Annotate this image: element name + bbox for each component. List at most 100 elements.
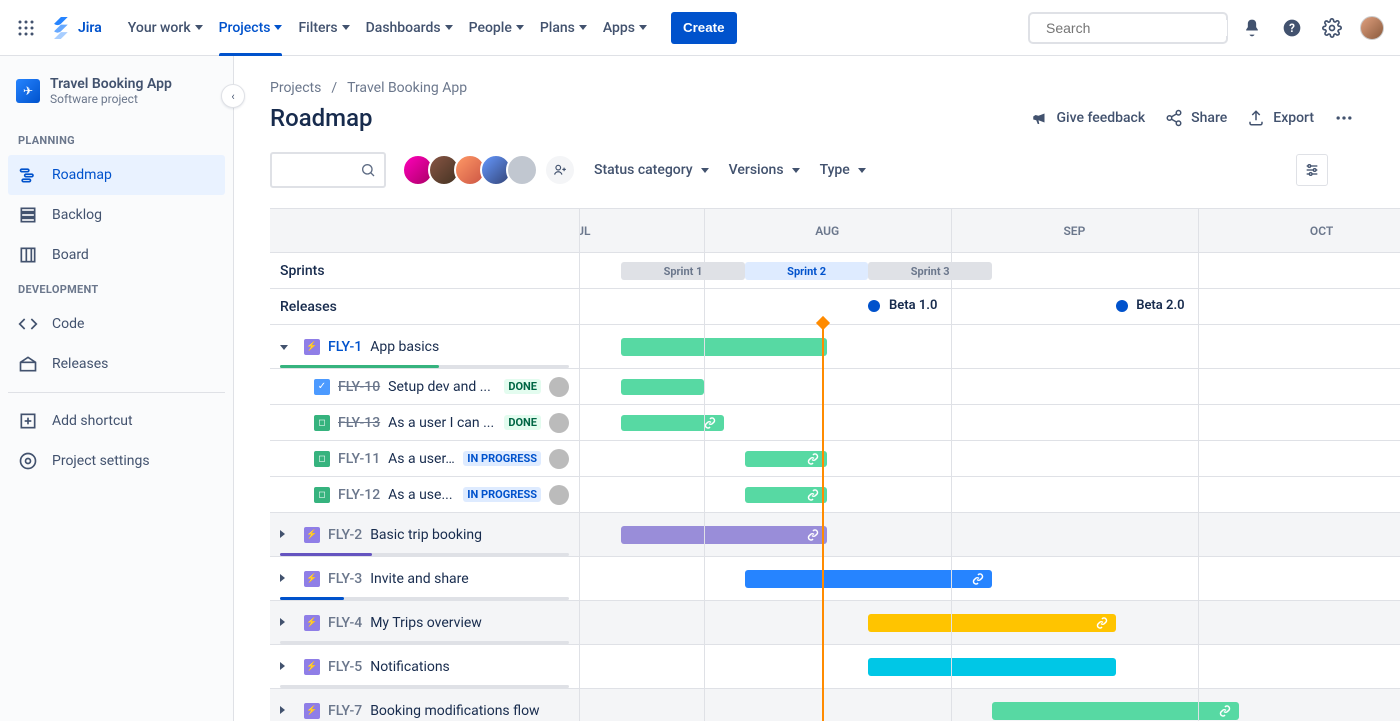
assignee-avatar[interactable]: [549, 485, 569, 505]
expand-toggle[interactable]: [280, 704, 296, 717]
assignee-avatar[interactable]: [549, 413, 569, 433]
progress-bar: [280, 641, 569, 644]
release-marker[interactable]: [868, 300, 880, 312]
issue-title[interactable]: App basics: [370, 339, 439, 355]
sidebar-item-roadmap[interactable]: Roadmap: [8, 155, 225, 195]
sprint-pill[interactable]: Sprint 2: [745, 262, 869, 280]
release-label: Beta 2.0: [1136, 298, 1184, 313]
status-category-filter[interactable]: Status category: [592, 158, 711, 182]
app-switcher-icon[interactable]: [12, 12, 40, 44]
link-icon: [972, 573, 984, 585]
epic-bar[interactable]: [868, 658, 1115, 676]
issue-key[interactable]: FLY-7: [328, 703, 362, 719]
issue-title[interactable]: As a use...: [388, 487, 455, 503]
issue-title[interactable]: Invite and share: [370, 571, 469, 587]
issue-key[interactable]: FLY-5: [328, 659, 362, 675]
sidebar-item-label: Releases: [52, 356, 108, 372]
nav-item-plans[interactable]: Plans: [532, 12, 595, 44]
roadmap-search[interactable]: [270, 152, 386, 188]
status-badge[interactable]: DONE: [504, 415, 541, 430]
profile-avatar[interactable]: [1356, 12, 1388, 44]
settings-icon[interactable]: [1316, 12, 1348, 44]
project-header[interactable]: ✈ Travel Booking App Software project: [8, 76, 225, 126]
nav-item-people[interactable]: People: [461, 12, 532, 44]
assignee-avatar[interactable]: [549, 449, 569, 469]
issue-key[interactable]: FLY-12: [338, 487, 380, 503]
issue-key[interactable]: FLY-13: [338, 415, 380, 431]
nav-item-dashboards[interactable]: Dashboards: [358, 12, 461, 44]
issue-title[interactable]: As a user...: [388, 451, 455, 467]
issue-key[interactable]: FLY-3: [328, 571, 362, 587]
versions-filter[interactable]: Versions: [727, 158, 802, 182]
sidebar-item-board[interactable]: Board: [8, 235, 225, 275]
view-settings-button[interactable]: [1296, 154, 1328, 186]
issue-bar[interactable]: [745, 487, 827, 503]
epic-bar[interactable]: [992, 702, 1239, 720]
create-button[interactable]: Create: [671, 12, 737, 44]
backlog-icon: [18, 205, 38, 225]
global-search-input[interactable]: [1046, 20, 1227, 36]
breadcrumb: Projects / Travel Booking App: [234, 80, 1400, 96]
give-feedback-button[interactable]: Give feedback: [1021, 102, 1156, 134]
type-filter[interactable]: Type: [818, 158, 868, 182]
expand-toggle[interactable]: [280, 572, 296, 585]
sidebar-item-add-shortcut[interactable]: Add shortcut: [8, 401, 225, 441]
epic-bar[interactable]: [745, 570, 992, 588]
status-badge[interactable]: DONE: [504, 379, 541, 394]
issue-title[interactable]: As a user I can ...: [388, 415, 496, 431]
sidebar-item-project-settings[interactable]: Project settings: [8, 441, 225, 481]
sprint-pill[interactable]: Sprint 3: [868, 262, 992, 280]
expand-toggle[interactable]: [280, 528, 296, 541]
breadcrumb-root[interactable]: Projects: [270, 80, 321, 96]
nav-item-filters[interactable]: Filters: [290, 12, 357, 44]
jira-logo[interactable]: Jira: [44, 17, 108, 39]
issue-title[interactable]: Notifications: [370, 659, 450, 675]
assignee-filter[interactable]: [402, 154, 576, 186]
expand-toggle[interactable]: [280, 616, 296, 629]
release-marker[interactable]: [1116, 300, 1128, 312]
export-button[interactable]: Export: [1237, 102, 1324, 134]
sidebar-item-label: Roadmap: [52, 167, 112, 183]
issue-title[interactable]: Setup dev and ...: [388, 379, 496, 395]
nav-item-your-work[interactable]: Your work: [120, 12, 211, 44]
issue-key[interactable]: FLY-2: [328, 527, 362, 543]
breadcrumb-current[interactable]: Travel Booking App: [347, 80, 467, 96]
issue-title[interactable]: Booking modifications flow: [370, 703, 539, 719]
issue-key[interactable]: FLY-11: [338, 451, 380, 467]
sidebar-item-backlog[interactable]: Backlog: [8, 195, 225, 235]
issue-title[interactable]: Basic trip booking: [370, 527, 482, 543]
issue-key[interactable]: FLY-1: [328, 339, 362, 355]
status-badge[interactable]: IN PROGRESS: [463, 451, 541, 466]
epic-bar[interactable]: [621, 338, 827, 356]
issue-type-icon: ◻: [314, 415, 330, 431]
issue-bar[interactable]: [621, 379, 703, 395]
share-button[interactable]: Share: [1155, 102, 1237, 134]
sprint-pill[interactable]: Sprint 1: [621, 262, 745, 280]
sidebar-item-code[interactable]: Code: [8, 304, 225, 344]
notifications-icon[interactable]: [1236, 12, 1268, 44]
help-icon[interactable]: ?: [1276, 12, 1308, 44]
issue-bar[interactable]: [745, 451, 827, 467]
month-label: AUG: [704, 209, 951, 252]
more-actions-button[interactable]: [1324, 102, 1364, 134]
expand-toggle[interactable]: [280, 660, 296, 673]
page-title: Roadmap: [270, 104, 1021, 132]
status-badge[interactable]: IN PROGRESS: [463, 487, 541, 502]
epic-bar[interactable]: [868, 614, 1115, 632]
timeline-sprints-row: Sprints Sprint 1Sprint 2Sprint 3: [270, 253, 1400, 289]
issue-bar[interactable]: [621, 415, 724, 431]
link-icon: [1096, 617, 1108, 629]
issue-key[interactable]: FLY-4: [328, 615, 362, 631]
chevron-down-icon: [342, 25, 350, 30]
issue-title[interactable]: My Trips overview: [370, 615, 482, 631]
assignee-avatar[interactable]: [549, 377, 569, 397]
sidebar-item-releases[interactable]: Releases: [8, 344, 225, 384]
expand-toggle[interactable]: [280, 340, 296, 353]
global-search[interactable]: [1028, 12, 1228, 44]
issue-key[interactable]: FLY-10: [338, 379, 380, 395]
nav-item-projects[interactable]: Projects: [211, 12, 291, 44]
chevron-down-icon: [792, 168, 800, 173]
epic-bar[interactable]: [621, 526, 827, 544]
add-assignee-button[interactable]: [544, 154, 576, 186]
nav-item-apps[interactable]: Apps: [595, 12, 655, 44]
